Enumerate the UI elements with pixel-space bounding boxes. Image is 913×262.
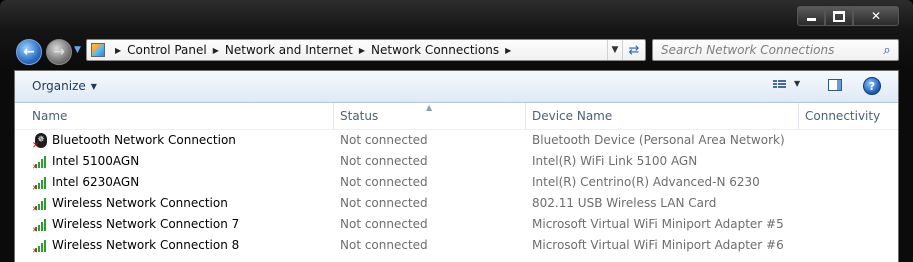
svg-text:✕: ✕ <box>33 163 38 169</box>
caption-buttons: ✕ <box>797 6 899 26</box>
connection-name: Intel 6230AGN <box>52 175 140 189</box>
control-panel-icon <box>91 43 105 57</box>
connection-row[interactable]: ✕ Wireless Network Connection 8 Not conn… <box>15 235 898 256</box>
command-bar: Organize ▼ ▼ ? <box>15 71 898 103</box>
view-details-icon <box>773 79 786 88</box>
connection-name: Intel 5100AGN <box>52 154 140 168</box>
connection-name: Wireless Network Connection <box>52 196 228 210</box>
connection-list: ✵ ✕ Bluetooth Network Connection Not con… <box>15 130 898 256</box>
svg-text:✕: ✕ <box>33 247 38 253</box>
column-headers: Name Status ▲ Device Name Connectivity <box>15 103 898 130</box>
connection-name: Wireless Network Connection 7 <box>52 217 240 231</box>
maximize-icon <box>833 10 845 22</box>
chevron-down-icon[interactable]: ▼ <box>794 79 800 88</box>
connection-row[interactable]: ✕ Intel 6230AGN Not connected Intel(R) C… <box>15 172 898 193</box>
connection-status: Not connected <box>340 154 428 168</box>
svg-text:✕: ✕ <box>33 184 38 190</box>
connection-device: Microsoft Virtual WiFi Miniport Adapter … <box>532 238 784 252</box>
explorer-window: ✕ ← → ▼ ▶ Control Panel ▶ Network and In… <box>0 0 913 262</box>
connection-status: Not connected <box>340 238 428 252</box>
connection-device: 802.11 USB Wireless LAN Card <box>532 196 717 210</box>
breadcrumb-network-connections[interactable]: Network Connections <box>371 43 499 57</box>
connection-name: Wireless Network Connection 8 <box>52 238 240 252</box>
maximize-button[interactable] <box>825 6 853 26</box>
forward-button[interactable]: → <box>46 39 72 65</box>
connection-name: Bluetooth Network Connection <box>52 133 236 147</box>
connection-device: Intel(R) Centrino(R) Advanced-N 6230 <box>532 175 760 189</box>
help-icon: ? <box>868 79 876 93</box>
connection-device: Microsoft Virtual WiFi Miniport Adapter … <box>532 217 784 231</box>
help-button[interactable]: ? <box>863 77 881 95</box>
svg-text:✕: ✕ <box>33 205 38 211</box>
close-button[interactable]: ✕ <box>853 6 899 26</box>
column-header-status[interactable]: Status <box>340 109 378 123</box>
breadcrumb-separator-icon[interactable]: ▶ <box>213 46 219 55</box>
breadcrumb-separator-icon[interactable]: ▶ <box>505 46 511 55</box>
breadcrumb-separator-icon[interactable]: ▶ <box>359 46 365 55</box>
back-button[interactable]: ← <box>16 39 42 65</box>
minimize-button[interactable] <box>797 6 825 26</box>
back-arrow-icon: ← <box>23 44 35 60</box>
connection-status: Not connected <box>340 217 428 231</box>
breadcrumb-separator-icon[interactable]: ▶ <box>115 46 121 55</box>
wireless-signal-icon: ✕ <box>33 156 46 169</box>
connection-device: Bluetooth Device (Personal Area Network) <box>532 133 785 147</box>
preview-pane-button[interactable] <box>828 79 842 91</box>
connection-status: Not connected <box>340 196 428 210</box>
wireless-signal-icon: ✕ <box>33 240 46 253</box>
connection-row[interactable]: ✵ ✕ Bluetooth Network Connection Not con… <box>15 130 898 151</box>
disconnected-icon: ✕ <box>32 141 40 151</box>
refresh-icon: ⇄ <box>628 42 640 58</box>
svg-text:✕: ✕ <box>33 226 38 232</box>
close-icon: ✕ <box>870 9 882 23</box>
recent-pages-dropdown[interactable]: ▼ <box>74 45 81 55</box>
organize-label: Organize <box>32 79 86 93</box>
column-divider[interactable] <box>333 103 334 129</box>
wireless-signal-icon: ✕ <box>33 198 46 211</box>
address-bar[interactable]: ▶ Control Panel ▶ Network and Internet ▶… <box>86 39 646 61</box>
connection-device: Intel(R) WiFi Link 5100 AGN <box>532 154 698 168</box>
column-divider[interactable] <box>798 103 799 129</box>
column-header-device-name[interactable]: Device Name <box>532 109 612 123</box>
connection-row[interactable]: ✕ Wireless Network Connection Not connec… <box>15 193 898 214</box>
breadcrumb-network-and-internet[interactable]: Network and Internet <box>225 43 353 57</box>
connection-status: Not connected <box>340 175 428 189</box>
column-header-connectivity[interactable]: Connectivity <box>805 109 880 123</box>
address-dropdown-icon[interactable]: ▼ <box>607 40 622 60</box>
organize-button[interactable]: Organize ▼ <box>32 79 97 93</box>
navigation-bar: ← → ▼ ▶ Control Panel ▶ Network and Inte… <box>16 37 899 67</box>
connection-status: Not connected <box>340 133 428 147</box>
main-content: Organize ▼ ▼ ? Name Status ▲ Device Name… <box>14 70 899 262</box>
minimize-icon <box>806 17 816 21</box>
sort-ascending-icon: ▲ <box>426 103 433 112</box>
column-divider[interactable] <box>525 103 526 129</box>
search-input[interactable] <box>653 42 876 58</box>
refresh-button[interactable]: ⇄ <box>622 40 645 60</box>
change-view-button[interactable]: ▼ <box>773 79 800 88</box>
search-icon[interactable]: ⌕ <box>876 43 898 58</box>
column-header-name[interactable]: Name <box>32 109 67 123</box>
breadcrumb-control-panel[interactable]: Control Panel <box>127 43 207 57</box>
search-box: ⌕ <box>652 39 899 61</box>
chevron-down-icon: ▼ <box>90 81 97 91</box>
wireless-signal-icon: ✕ <box>33 177 46 190</box>
connection-row[interactable]: ✕ Wireless Network Connection 7 Not conn… <box>15 214 898 235</box>
wireless-signal-icon: ✕ <box>33 219 46 232</box>
connection-row[interactable]: ✕ Intel 5100AGN Not connected Intel(R) W… <box>15 151 898 172</box>
forward-arrow-icon: → <box>53 44 65 60</box>
